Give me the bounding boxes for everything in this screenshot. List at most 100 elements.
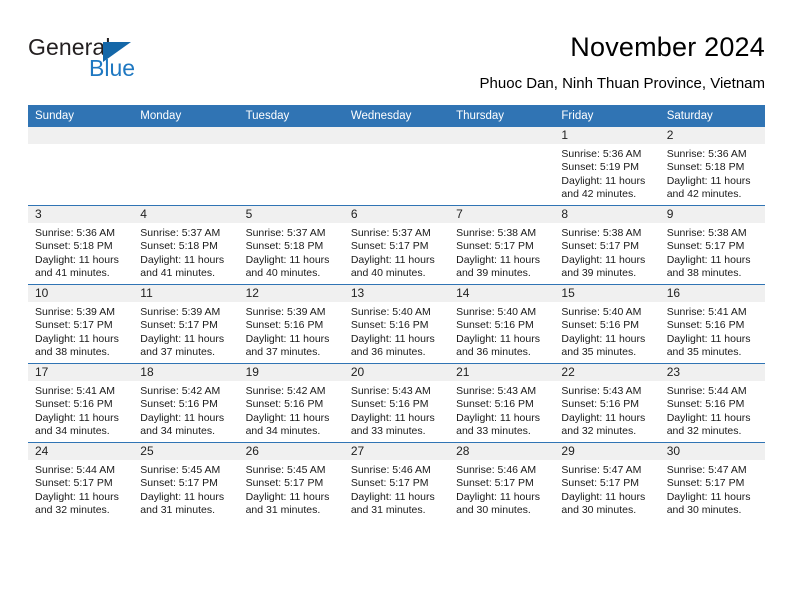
daylight-text-line1: Daylight: 11 hours	[350, 332, 435, 345]
day-details: Sunrise: 5:45 AM Sunset: 5:17 PM Daylight:…	[239, 460, 344, 518]
day-number: 6	[343, 206, 450, 223]
daylight-text-line2: and 38 minutes.	[666, 267, 742, 280]
calendar-day-cell[interactable]: 10 Sunrise: 5:39 AM Sunset: 5:17 PM Dayligh…	[28, 284, 134, 364]
day-details: Sunrise: 5:43 AM Sunset: 5:16 PM Daylight:…	[344, 381, 449, 439]
sunrise-text: Sunrise: 5:40 AM	[456, 306, 537, 318]
daylight-text-line1: Daylight: 11 hours	[140, 490, 225, 503]
page-header: General Blue November 2024 Phuoc Dan, Ni…	[0, 0, 792, 104]
calendar-day-cell[interactable]: 15 Sunrise: 5:40 AM Sunset: 5:16 PM Dayligh…	[554, 284, 660, 364]
calendar-day-cell[interactable]: 13 Sunrise: 5:40 AM Sunset: 5:16 PM Dayligh…	[343, 284, 450, 364]
sunrise-text: Sunrise: 5:41 AM	[35, 385, 115, 397]
calendar-day-cell-empty	[449, 127, 555, 206]
calendar-week-row: 10 Sunrise: 5:39 AM Sunset: 5:17 PM Dayligh…	[28, 284, 765, 364]
calendar-day-cell[interactable]: 14 Sunrise: 5:40 AM Sunset: 5:16 PM Dayligh…	[449, 284, 555, 364]
calendar-day-cell[interactable]: 24 Sunrise: 5:44 AM Sunset: 5:17 PM Dayligh…	[28, 442, 134, 521]
calendar-day-cell[interactable]: 17 Sunrise: 5:41 AM Sunset: 5:16 PM Dayligh…	[28, 363, 134, 443]
daylight-text-line1: Daylight: 11 hours	[245, 490, 330, 503]
calendar-day-cell[interactable]: 28 Sunrise: 5:46 AM Sunset: 5:17 PM Dayligh…	[449, 442, 555, 521]
calendar-day-cell[interactable]: 20 Sunrise: 5:43 AM Sunset: 5:16 PM Dayligh…	[343, 363, 450, 443]
sunset-text: Sunset: 5:16 PM	[350, 398, 429, 411]
calendar-day-cell[interactable]: 19 Sunrise: 5:42 AM Sunset: 5:16 PM Dayligh…	[238, 363, 344, 443]
general-blue-logo[interactable]: General Blue	[28, 34, 258, 86]
sunrise-text: Sunrise: 5:46 AM	[350, 464, 431, 476]
calendar-day-cell[interactable]: 2 Sunrise: 5:36 AM Sunset: 5:18 PM Daylight…	[659, 127, 765, 206]
sunset-text: Sunset: 5:16 PM	[140, 398, 218, 411]
calendar-day-cell[interactable]: 26 Sunrise: 5:45 AM Sunset: 5:17 PM Dayligh…	[238, 442, 344, 521]
sunset-text: Sunset: 5:17 PM	[140, 319, 218, 332]
daylight-text-line1: Daylight: 11 hours	[35, 253, 119, 266]
day-number: 11	[133, 285, 239, 302]
daylight-text-line1: Daylight: 11 hours	[35, 411, 119, 424]
day-details: Sunrise: 5:36 AM Sunset: 5:18 PM Daylight:…	[660, 144, 765, 202]
day-details: Sunrise: 5:40 AM Sunset: 5:16 PM Daylight:…	[449, 302, 554, 360]
calendar-day-cell[interactable]: 7 Sunrise: 5:38 AM Sunset: 5:17 PM Daylight…	[449, 205, 555, 285]
calendar-header-row: Sunday Monday Tuesday Wednesday Thursday Frid…	[28, 105, 765, 127]
daylight-text-line1: Daylight: 11 hours	[666, 332, 751, 345]
sunrise-text: Sunrise: 5:36 AM	[666, 148, 747, 160]
sunset-text: Sunset: 5:16 PM	[666, 319, 745, 332]
daylight-text-line1: Daylight: 11 hours	[140, 332, 225, 345]
day-details: Sunrise: 5:40 AM Sunset: 5:16 PM Daylight:…	[554, 302, 659, 360]
day-details: Sunrise: 5:47 AM Sunset: 5:17 PM Daylight:…	[554, 460, 659, 518]
calendar-day-cell[interactable]: 18 Sunrise: 5:42 AM Sunset: 5:16 PM Dayligh…	[133, 363, 239, 443]
calendar-day-cell[interactable]: 9 Sunrise: 5:38 AM Sunset: 5:17 PM Daylight…	[659, 205, 765, 285]
calendar-day-cell[interactable]: 16 Sunrise: 5:41 AM Sunset: 5:16 PM Dayligh…	[659, 284, 765, 364]
day-number: 5	[238, 206, 344, 223]
daylight-text-line1: Daylight: 11 hours	[666, 490, 751, 503]
sunrise-text: Sunrise: 5:42 AM	[140, 385, 221, 397]
sunset-text: Sunset: 5:17 PM	[350, 477, 429, 490]
daylight-text-line2: and 32 minutes.	[666, 425, 742, 438]
calendar-day-cell-empty	[28, 127, 134, 206]
daylight-text-line2: and 35 minutes.	[666, 346, 742, 359]
logo-text-blue: Blue	[89, 55, 136, 81]
calendar-day-cell[interactable]: 11 Sunrise: 5:39 AM Sunset: 5:17 PM Dayligh…	[133, 284, 239, 364]
sunset-text: Sunset: 5:18 PM	[245, 240, 324, 253]
sunset-text: Sunset: 5:17 PM	[561, 477, 640, 490]
day-details: Sunrise: 5:45 AM Sunset: 5:17 PM Daylight:…	[133, 460, 238, 518]
calendar-week-row: 17 Sunrise: 5:41 AM Sunset: 5:16 PM Dayligh…	[28, 363, 765, 443]
sunrise-text: Sunrise: 5:42 AM	[245, 385, 326, 397]
day-number: 17	[28, 364, 134, 381]
calendar-day-cell[interactable]: 22 Sunrise: 5:43 AM Sunset: 5:16 PM Dayligh…	[554, 363, 660, 443]
day-details: Sunrise: 5:42 AM Sunset: 5:16 PM Daylight:…	[239, 381, 344, 439]
calendar-day-cell[interactable]: 30 Sunrise: 5:47 AM Sunset: 5:17 PM Dayligh…	[659, 442, 765, 521]
sunset-text: Sunset: 5:17 PM	[350, 240, 429, 253]
daylight-text-line2: and 38 minutes.	[35, 346, 110, 359]
day-number: 14	[449, 285, 555, 302]
calendar-day-cell[interactable]: 6 Sunrise: 5:37 AM Sunset: 5:17 PM Daylight…	[343, 205, 450, 285]
daylight-text-line2: and 30 minutes.	[666, 504, 742, 517]
day-details: Sunrise: 5:43 AM Sunset: 5:16 PM Daylight:…	[554, 381, 659, 439]
daylight-text-line2: and 39 minutes.	[561, 267, 637, 280]
calendar-day-cell[interactable]: 21 Sunrise: 5:43 AM Sunset: 5:16 PM Dayligh…	[449, 363, 555, 443]
daylight-text-line1: Daylight: 11 hours	[561, 253, 646, 266]
daylight-text-line1: Daylight: 11 hours	[35, 490, 119, 503]
calendar-day-cell-empty	[133, 127, 239, 206]
calendar-day-cell[interactable]: 5 Sunrise: 5:37 AM Sunset: 5:18 PM Daylight…	[238, 205, 344, 285]
calendar-day-cell[interactable]: 29 Sunrise: 5:47 AM Sunset: 5:17 PM Dayligh…	[554, 442, 660, 521]
calendar-day-cell[interactable]: 23 Sunrise: 5:44 AM Sunset: 5:16 PM Dayligh…	[659, 363, 765, 443]
calendar-day-cell[interactable]: 3 Sunrise: 5:36 AM Sunset: 5:18 PM Daylight…	[28, 205, 134, 285]
daylight-text-line2: and 40 minutes.	[245, 267, 321, 280]
day-details	[449, 144, 554, 148]
sunrise-text: Sunrise: 5:38 AM	[561, 227, 642, 239]
daylight-text-line1: Daylight: 11 hours	[456, 490, 540, 503]
sunset-text: Sunset: 5:17 PM	[456, 477, 534, 490]
calendar-day-cell[interactable]: 12 Sunrise: 5:39 AM Sunset: 5:16 PM Dayligh…	[238, 284, 344, 364]
calendar-day-cell[interactable]: 1 Sunrise: 5:36 AM Sunset: 5:19 PM Daylight…	[554, 127, 660, 206]
day-details: Sunrise: 5:41 AM Sunset: 5:16 PM Daylight:…	[660, 302, 765, 360]
day-number: 20	[343, 364, 450, 381]
calendar-day-cell[interactable]: 4 Sunrise: 5:37 AM Sunset: 5:18 PM Daylight…	[133, 205, 239, 285]
day-number: 24	[28, 443, 134, 460]
day-number: 13	[343, 285, 450, 302]
weekday-header-friday: Friday	[554, 105, 660, 127]
sunset-text: Sunset: 5:17 PM	[245, 477, 324, 490]
sunset-text: Sunset: 5:17 PM	[35, 477, 113, 490]
sunset-text: Sunset: 5:16 PM	[350, 319, 429, 332]
calendar-day-cell[interactable]: 25 Sunrise: 5:45 AM Sunset: 5:17 PM Dayligh…	[133, 442, 239, 521]
daylight-text-line1: Daylight: 11 hours	[456, 253, 540, 266]
calendar-day-cell[interactable]: 27 Sunrise: 5:46 AM Sunset: 5:17 PM Dayligh…	[343, 442, 450, 521]
daylight-text-line1: Daylight: 11 hours	[245, 332, 330, 345]
sunset-text: Sunset: 5:17 PM	[666, 240, 745, 253]
calendar-day-cell[interactable]: 8 Sunrise: 5:38 AM Sunset: 5:17 PM Daylight…	[554, 205, 660, 285]
day-number: 22	[554, 364, 660, 381]
